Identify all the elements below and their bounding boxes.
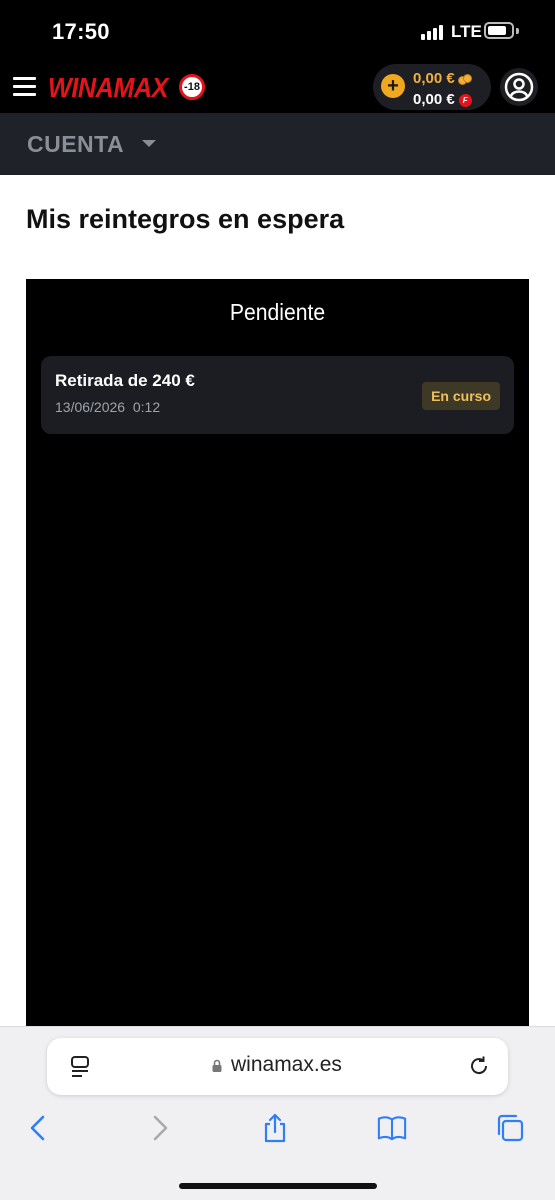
menu-icon[interactable] — [13, 77, 36, 96]
withdrawal-date: 13/06/2026 — [55, 399, 126, 415]
withdrawal-label: Retirada de 240 € — [55, 371, 195, 390]
status-badge: En curso — [422, 382, 500, 410]
withdrawal-datetime: 13/06/2026 0:12 — [55, 399, 160, 415]
freebet-icon: F — [458, 93, 472, 107]
brand-logo[interactable]: WINAMAX — [48, 72, 168, 104]
section-selector[interactable]: CUENTA — [0, 113, 555, 175]
status-time: 17:50 — [52, 19, 110, 44]
cash-balance: 0,00 € — [413, 70, 473, 87]
network-label: LTE — [451, 22, 482, 41]
wallet-balance[interactable]: + 0,00 € 0,00 € F — [373, 64, 491, 110]
app-header: WINAMAX -18 + 0,00 € 0,00 € F — [0, 60, 555, 113]
address-bar[interactable]: winamax.es — [47, 1038, 508, 1095]
age-restriction-badge: -18 — [179, 74, 205, 100]
battery-icon — [484, 22, 514, 39]
share-icon[interactable] — [260, 1113, 290, 1143]
account-icon[interactable] — [500, 68, 538, 106]
bonus-balance-value: 0,00 € — [413, 91, 455, 108]
back-icon[interactable] — [24, 1113, 54, 1143]
withdrawal-time: 0:12 — [132, 399, 161, 415]
bonus-balance: 0,00 € F — [413, 91, 472, 108]
url-text: winamax.es — [231, 1053, 342, 1076]
coins-icon — [457, 73, 473, 85]
battery-tip — [516, 28, 519, 34]
status-bar: 17:50 LTE — [0, 0, 555, 60]
forward-icon[interactable] — [144, 1113, 174, 1143]
add-funds-icon[interactable]: + — [381, 74, 405, 98]
lock-icon — [212, 1059, 222, 1072]
reader-mode-icon[interactable] — [69, 1055, 91, 1079]
panel-title: Pendiente — [229, 299, 326, 325]
pending-withdrawals-panel: Pendiente Retirada de 240 € 13/06/2026 0… — [26, 279, 529, 1039]
withdrawal-item[interactable]: Retirada de 240 € 13/06/2026 0:12 En cur… — [41, 356, 514, 434]
browser-toolbar: winamax.es — [0, 1026, 555, 1200]
signal-bars-icon — [421, 24, 447, 40]
section-title: CUENTA — [27, 131, 125, 157]
home-indicator — [179, 1183, 377, 1189]
chevron-down-icon — [142, 140, 156, 147]
reload-icon[interactable] — [467, 1054, 491, 1078]
page-title: Mis reintegros en espera — [26, 204, 345, 234]
tabs-icon[interactable] — [495, 1113, 525, 1143]
bookmarks-icon[interactable] — [377, 1113, 407, 1143]
cash-balance-value: 0,00 € — [413, 70, 455, 87]
